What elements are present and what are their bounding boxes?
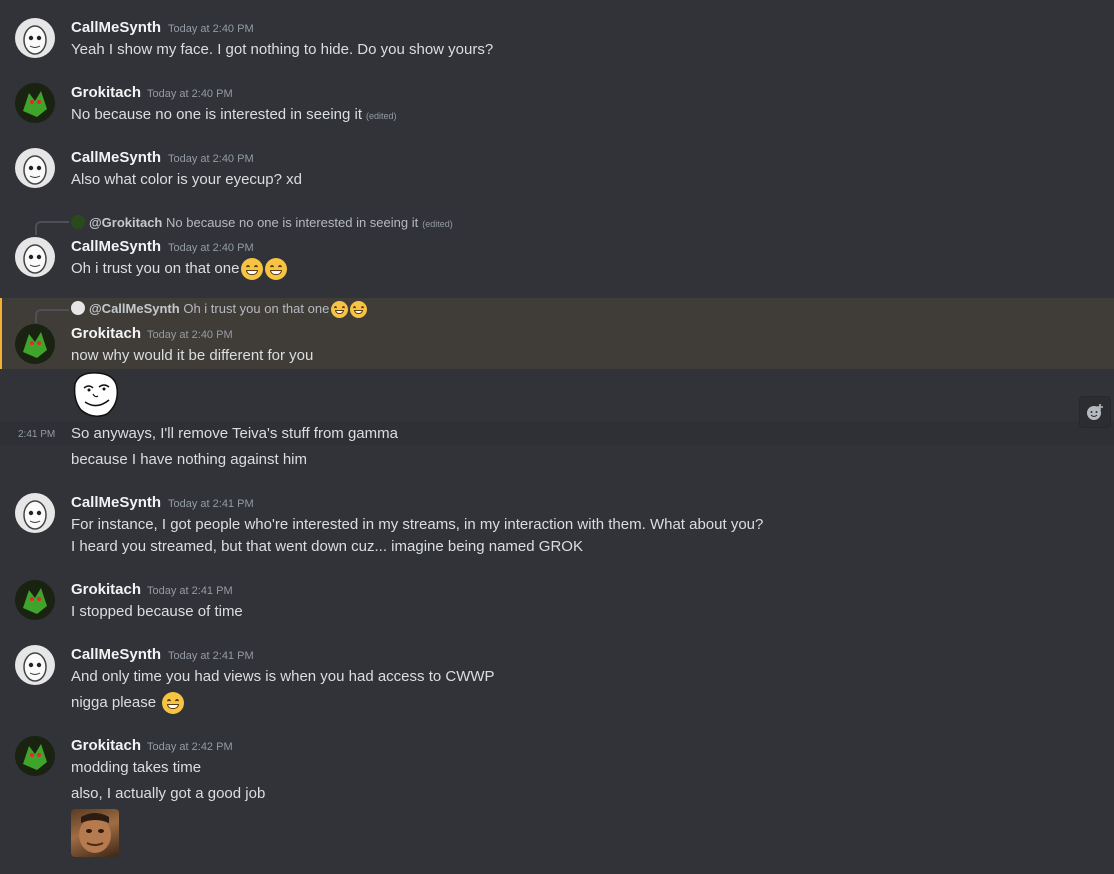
grinning-emoji [350,301,368,319]
avatar[interactable] [15,493,55,533]
timestamp: 2:41 PM [18,429,56,440]
grinning-emoji[interactable] [265,258,288,280]
message-text: I stopped because of time [71,603,243,620]
timestamp: Today at 2:40 PM [147,88,233,100]
avatar[interactable] [15,645,55,685]
reply-text: No because no one is interested in seein… [166,215,419,230]
timestamp: Today at 2:41 PM [168,498,254,510]
reply-text: Oh i trust you on that one [183,301,330,316]
message-text: Also what color is your eyecup? xd [71,171,302,188]
username[interactable]: CallMeSynth [71,149,161,166]
username[interactable]: Grokitach [71,581,141,598]
message-text: nigga please [71,692,185,714]
timestamp: Today at 2:40 PM [168,242,254,254]
username[interactable]: Grokitach [71,737,141,754]
avatar[interactable] [15,148,55,188]
message-text: because I have nothing against him [71,451,307,468]
avatar[interactable] [15,18,55,58]
reply-avatar [71,301,85,315]
message-line: nigga please [71,693,157,711]
username[interactable]: CallMeSynth [71,646,161,663]
avatar[interactable] [15,324,55,364]
username[interactable]: Grokitach [71,325,141,342]
message-text: Oh i trust you on that one [71,258,288,280]
grinning-emoji[interactable] [162,692,185,714]
message-text: And only time you had views is when you … [71,668,495,685]
avatar[interactable] [15,83,55,123]
image-attachment[interactable] [71,809,119,857]
timestamp: Today at 2:42 PM [147,741,233,753]
reply-connector [35,221,69,235]
trollface-sticker[interactable] [71,370,119,418]
reply-preview[interactable]: @Grokitach No because no one is interest… [71,215,453,230]
timestamp: Today at 2:41 PM [147,585,233,597]
add-reaction-icon[interactable] [1079,396,1111,428]
message-text: also, I actually got a good job [71,785,266,802]
message-text: Yeah I show my face. I got nothing to hi… [71,41,494,58]
reply-username[interactable]: @Grokitach [89,215,162,230]
avatar[interactable] [15,736,55,776]
message-text: modding takes time [71,759,202,776]
message-text: I heard you streamed, but that went down… [71,538,583,555]
reply-connector [35,309,69,323]
timestamp: Today at 2:40 PM [147,329,233,341]
message-text: now why would it be different for you [71,347,314,364]
timestamp: Today at 2:40 PM [168,23,254,35]
reply-preview[interactable]: @CallMeSynth Oh i trust you on that one [71,301,368,319]
grinning-emoji[interactable] [241,258,264,280]
timestamp: Today at 2:40 PM [168,153,254,165]
message-text: No because no one is interested in seein… [71,106,397,123]
reply-avatar [71,215,85,229]
username[interactable]: Grokitach [71,84,141,101]
username[interactable]: CallMeSynth [71,19,161,36]
username[interactable]: CallMeSynth [71,494,161,511]
edited-marker: (edited) [366,111,397,121]
message-text: So anyways, I'll remove Teiva's stuff fr… [71,425,398,442]
avatar[interactable] [15,580,55,620]
reply-username[interactable]: @CallMeSynth [89,301,180,316]
timestamp: Today at 2:41 PM [168,650,254,662]
message-line: Oh i trust you on that one [71,259,240,277]
avatar[interactable] [15,237,55,277]
edited-marker: (edited) [422,219,453,229]
username[interactable]: CallMeSynth [71,238,161,255]
message-text: For instance, I got people who're intere… [71,516,764,533]
message-line: No because no one is interested in seein… [71,106,363,123]
grinning-emoji [331,301,349,319]
